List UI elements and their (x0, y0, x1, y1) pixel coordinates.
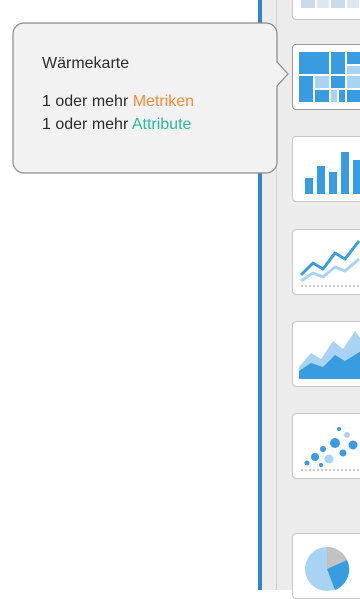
viz-type-heatmap[interactable] (292, 44, 360, 110)
viz-type-line-chart[interactable] (292, 229, 360, 295)
scatter-plot-icon (301, 427, 360, 471)
line-chart-icon (299, 240, 360, 287)
visualization-tooltip: Wärmekarte 1 oder mehr Metriken 1 oder m… (12, 22, 289, 174)
viz-type-pie-chart[interactable] (292, 533, 360, 599)
requirement-prefix: 1 oder mehr (42, 116, 129, 133)
pie-chart-icon (305, 547, 350, 591)
requirement-prefix: 1 oder mehr (42, 93, 129, 110)
requirement-keyword-metrics: Metriken (132, 93, 195, 110)
viz-type-partial-top[interactable] (292, 0, 360, 20)
tooltip-requirement-attributes: 1 oder mehr Attribute (42, 113, 258, 136)
bar-chart-icon (305, 152, 360, 194)
area-chart-icon (299, 331, 360, 379)
viz-type-bar-chart[interactable] (292, 136, 360, 202)
viz-type-area-chart[interactable] (292, 321, 360, 387)
viz-type-scatter-plot[interactable] (292, 413, 360, 479)
tooltip-content: Wärmekarte 1 oder mehr Metriken 1 oder m… (42, 54, 258, 136)
tooltip-title: Wärmekarte (42, 55, 130, 72)
tooltip-requirement-metrics: 1 oder mehr Metriken (42, 90, 258, 113)
requirement-keyword-attributes: Attribute (131, 116, 192, 133)
heatmap-icon (299, 52, 360, 102)
partial-top-icon (301, 0, 359, 8)
